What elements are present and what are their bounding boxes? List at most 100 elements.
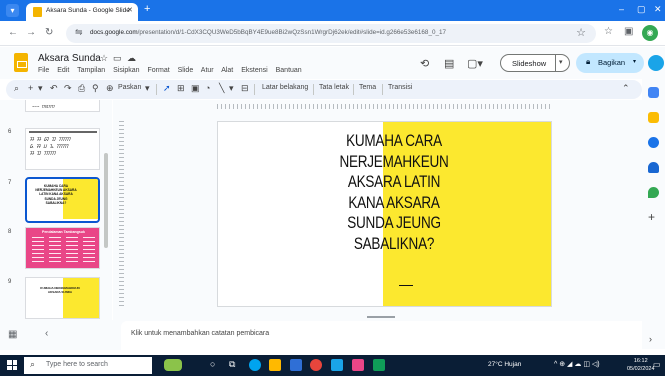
- theme-button[interactable]: Tema: [359, 84, 376, 91]
- chevron-right-icon[interactable]: ›: [649, 334, 652, 344]
- minimize-icon[interactable]: –: [619, 4, 624, 14]
- slideshow-button[interactable]: Slideshow ▾: [500, 54, 570, 72]
- tab-close-icon[interactable]: ✕: [127, 6, 133, 14]
- select-icon[interactable]: ➚: [163, 83, 171, 94]
- zoom-app-icon[interactable]: [290, 359, 302, 371]
- undo-icon[interactable]: ↶: [50, 83, 58, 94]
- menu-view[interactable]: Tampilan: [77, 67, 105, 74]
- search-icon[interactable]: ⌕: [14, 83, 19, 94]
- edge-icon[interactable]: [249, 359, 261, 371]
- menu-edit[interactable]: Edit: [57, 67, 69, 74]
- menu-tools[interactable]: Alat: [221, 67, 233, 74]
- menu-file[interactable]: File: [38, 67, 49, 74]
- chevron-down-icon[interactable]: ▾: [38, 83, 43, 94]
- share-button[interactable]: 🔒︎ Bagikan ▾: [576, 53, 644, 73]
- windows-start-icon[interactable]: [7, 360, 17, 370]
- widget-icon[interactable]: [164, 359, 182, 371]
- slide-title[interactable]: KUMAHA CARA NERJEMAHKEUN AKSARA LATIN KA…: [325, 131, 463, 254]
- chevron-down-icon[interactable]: ▾: [633, 58, 636, 65]
- layout-button[interactable]: Tata letak: [319, 84, 349, 91]
- camera-icon[interactable]: ▢▾: [467, 57, 483, 70]
- background-button[interactable]: Latar belakang: [262, 84, 308, 91]
- comment-icon[interactable]: ▤: [444, 57, 454, 70]
- calendar-icon[interactable]: [648, 87, 659, 98]
- zoom-select[interactable]: Paskan: [118, 84, 141, 91]
- url-input[interactable]: ⇋ docs.google.com/presentation/d/1-CdX3C…: [66, 24, 596, 43]
- browser-tab[interactable]: Aksara Sunda - Google Slide ✕: [26, 3, 138, 21]
- keep-icon[interactable]: [648, 112, 659, 123]
- speaker-notes-input[interactable]: Klik untuk menambahkan catatan pembicara: [121, 321, 642, 350]
- menu-format[interactable]: Format: [148, 67, 170, 74]
- text-box-icon[interactable]: ⊞: [177, 83, 185, 94]
- profile-avatar[interactable]: ◉: [642, 25, 658, 41]
- notes-resize-handle[interactable]: [367, 316, 395, 318]
- menu-slide[interactable]: Slide: [178, 67, 194, 74]
- slide-thumbnail-6[interactable]: ᮞ ᮞ ᮘ ᮕ ᮊᮊᮊ ᮓ ᮞ ᮗ ᮍ ᮊᮊᮊ ᮞ ᮕ ᮊᮊᮊ: [25, 128, 100, 170]
- tab-search-icon[interactable]: ▾: [6, 4, 19, 17]
- task-view-icon[interactable]: ⧉: [229, 359, 235, 370]
- horizontal-ruler[interactable]: [217, 104, 552, 109]
- chrome-icon[interactable]: [310, 359, 322, 371]
- maximize-icon[interactable]: ▢: [637, 4, 646, 15]
- photos-icon[interactable]: [352, 359, 364, 371]
- menu-extensions[interactable]: Ekstensi: [241, 67, 267, 74]
- close-window-icon[interactable]: ✕: [654, 4, 662, 15]
- forward-icon[interactable]: →: [26, 27, 36, 38]
- notification-icon[interactable]: ▭: [653, 360, 661, 369]
- chevron-down-icon[interactable]: ▾: [145, 83, 150, 94]
- cortana-icon[interactable]: ○: [210, 359, 215, 369]
- slide-title-line: KANA AKSARA: [348, 193, 440, 212]
- chevron-down-icon[interactable]: ▾: [559, 58, 563, 66]
- history-icon[interactable]: ⟲: [420, 57, 429, 70]
- chevron-down-icon[interactable]: ▾: [229, 83, 234, 94]
- store-icon[interactable]: [331, 359, 343, 371]
- collapse-toolbar-icon[interactable]: ⌃: [622, 83, 630, 94]
- paint-format-icon[interactable]: ⚲: [92, 83, 99, 94]
- add-addon-icon[interactable]: +: [648, 210, 655, 224]
- account-avatar[interactable]: [648, 55, 664, 71]
- current-slide[interactable]: KUMAHA CARA NERJEMAHKEUN AKSARA LATIN KA…: [217, 121, 552, 307]
- transition-button[interactable]: Transisi: [388, 84, 412, 91]
- star-icon[interactable]: ☆: [100, 53, 108, 64]
- slide-thumbnail-9[interactable]: KUMAHA NERJEMAHKEUN AKSARA SUNDA: [25, 277, 100, 319]
- comment-add-icon[interactable]: ⊟: [241, 83, 249, 94]
- new-slide-icon[interactable]: +: [28, 83, 33, 93]
- contacts-icon[interactable]: [648, 162, 659, 173]
- system-tray-icons[interactable]: ^ ⊕ ◢ ☁ ◫ ◁): [554, 360, 600, 368]
- maps-icon[interactable]: [648, 187, 659, 198]
- slide-divider-line[interactable]: [399, 285, 413, 286]
- cloud-status-icon[interactable]: ☁: [127, 53, 136, 64]
- back-icon[interactable]: ←: [8, 27, 18, 38]
- site-info-icon[interactable]: ⇋: [75, 27, 83, 38]
- redo-icon[interactable]: ↷: [64, 83, 72, 94]
- document-title[interactable]: Aksara Sunda: [38, 53, 101, 64]
- vertical-ruler[interactable]: [119, 121, 124, 307]
- file-explorer-icon[interactable]: [269, 359, 281, 371]
- tasks-icon[interactable]: [648, 137, 659, 148]
- sidebar-icon[interactable]: ▣: [624, 26, 633, 37]
- print-icon[interactable]: ⎙: [78, 83, 85, 94]
- slide-thumbnail-7[interactable]: KUMAHA CARA NERJEMAHKEUN AKSARA LATIN KA…: [25, 177, 100, 223]
- collapse-filmstrip-icon[interactable]: ‹: [45, 328, 48, 339]
- weather-status[interactable]: 27°C Hujan: [488, 361, 521, 368]
- zoom-icon[interactable]: ⊕: [106, 83, 114, 94]
- grid-view-icon[interactable]: ▦: [8, 329, 17, 340]
- star-icon[interactable]: ☆: [576, 26, 586, 39]
- taskbar-search-input[interactable]: ⌕ Type here to search: [24, 357, 152, 374]
- move-folder-icon[interactable]: ▭: [113, 53, 122, 64]
- menu-help[interactable]: Bantuan: [276, 67, 302, 74]
- app-icon[interactable]: [373, 359, 385, 371]
- shape-icon[interactable]: ◔: [205, 83, 210, 93]
- taskbar-clock[interactable]: 16:12 05/02/2024: [627, 358, 655, 373]
- filmstrip-scrollbar[interactable]: [104, 153, 108, 248]
- new-tab-icon[interactable]: +: [144, 3, 150, 15]
- menu-arrange[interactable]: Atur: [201, 67, 214, 74]
- image-icon[interactable]: ▣: [191, 83, 200, 94]
- menu-insert[interactable]: Sisipkan: [113, 67, 139, 74]
- line-icon[interactable]: ╲: [219, 83, 224, 94]
- slides-logo-icon[interactable]: [14, 53, 28, 72]
- slide-thumbnail[interactable]: ~~~ ᮊᮃᮊᮊ: [25, 100, 100, 112]
- slide-thumbnail-8[interactable]: Pendalaman Tambangsuk: [25, 227, 100, 269]
- extensions-icon[interactable]: ☆: [604, 26, 613, 37]
- reload-icon[interactable]: ↻: [45, 27, 53, 38]
